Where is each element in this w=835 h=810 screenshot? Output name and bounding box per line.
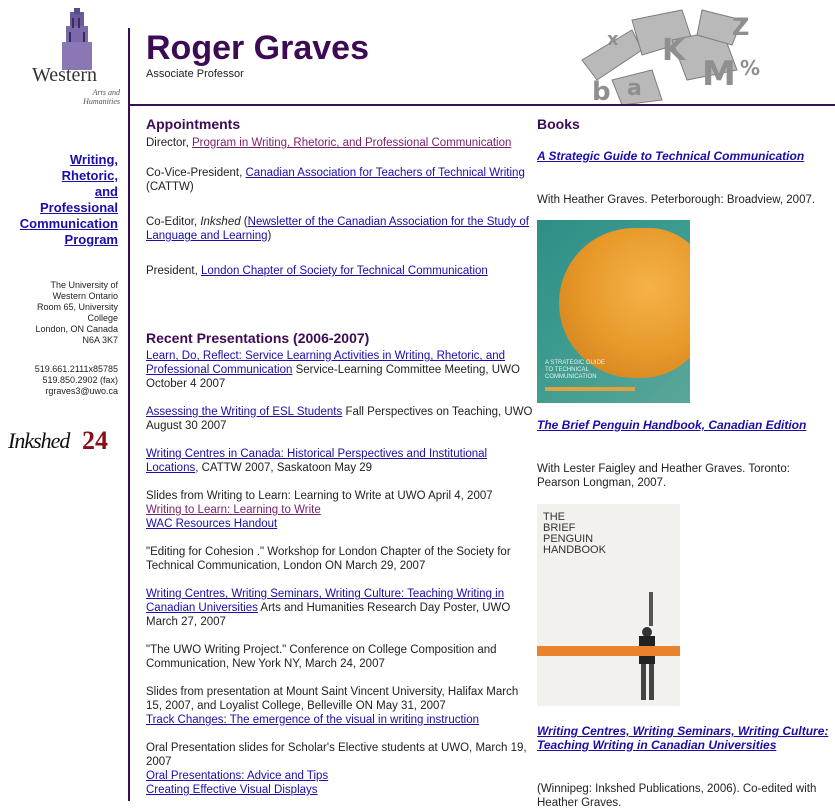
inkshed-word: Inkshed	[8, 428, 70, 453]
appointment-item: President, London Chapter of Society for…	[146, 264, 534, 278]
cover-title: THE BRIEF PENGUIN HANDBOOK	[543, 512, 606, 556]
head-illustration	[559, 228, 690, 378]
cover-line: HANDBOOK	[543, 544, 606, 556]
fax: 519.850.2902 (fax)	[42, 375, 118, 385]
presentation-item: "Editing for Cohesion ." Workshop for Lo…	[146, 545, 534, 573]
book-link[interactable]: A Strategic Guide to Technical Communica…	[537, 149, 804, 163]
presentation-link[interactable]: Creating Effective Visual Displays	[146, 784, 318, 796]
presentation-link[interactable]: WAC Resources Handout	[146, 518, 277, 530]
appointment-prefix: President,	[146, 265, 201, 277]
svg-text:a: a	[627, 76, 642, 101]
tower-icon	[62, 8, 92, 70]
appointment-item: Co-Vice-President, Canadian Association …	[146, 166, 534, 194]
letters-art-image: b a K M Z x %	[581, 9, 760, 107]
book-title: Writing Centres, Writing Seminars, Writi…	[537, 724, 833, 752]
appointment-link[interactable]: Canadian Association for Teachers of Tec…	[246, 167, 525, 179]
book-description: With Heather Graves. Peterborough: Broad…	[537, 194, 816, 206]
appointment-prefix: Director,	[146, 137, 193, 149]
logo-sub-line2: Humanities	[83, 97, 120, 106]
presentation-link[interactable]: Writing to Learn: Learning to Write	[146, 504, 321, 516]
presentation-item: "The UWO Writing Project." Conference on…	[146, 643, 534, 671]
presentation-text: , CATTW 2007, Saskatoon May 29	[195, 462, 373, 474]
cover-orange-band	[537, 646, 680, 656]
appointment-italic: Inkshed	[200, 216, 241, 228]
page-subtitle: Associate Professor	[146, 68, 244, 80]
appointment-mid: (	[240, 216, 248, 228]
program-line: Program	[64, 232, 118, 247]
book-title: The Brief Penguin Handbook, Canadian Edi…	[537, 418, 833, 432]
svg-text:Z: Z	[732, 13, 749, 41]
contact-block: 519.661.2111x85785 519.850.2902 (fax) rg…	[0, 364, 118, 397]
address-line: London, ON Canada	[35, 324, 118, 334]
presentation-item: Learn, Do, Reflect: Service Learning Act…	[146, 349, 534, 391]
presentation-item: Slides from Writing to Learn: Learning t…	[146, 489, 534, 531]
presentation-item: Writing Centres, Writing Seminars, Writi…	[146, 587, 534, 629]
appointment-suffix: )	[267, 230, 272, 242]
presentation-item: Assessing the Writing of ESL Students Fa…	[146, 405, 534, 433]
cover-text: A STRATEGIC GUIDE TO TECHNICAL COMMUNICA…	[545, 360, 605, 380]
program-line: and	[94, 184, 118, 199]
book-link[interactable]: The Brief Penguin Handbook, Canadian Edi…	[537, 418, 806, 432]
program-link[interactable]: Writing, Rhetoric, and Professional Comm…	[20, 152, 118, 247]
presentations-heading: Recent Presentations (2006-2007)	[146, 330, 370, 346]
book-description: With Lester Faigley and Heather Graves. …	[537, 463, 790, 489]
appointment-link[interactable]: Program in Writing, Rhetoric, and Profes…	[192, 137, 511, 149]
western-logo[interactable]: Western Arts and Humanities	[32, 8, 122, 106]
vertical-divider	[128, 28, 130, 801]
appointments-heading: Appointments	[146, 116, 241, 132]
logo-sub-line1: Arts and	[92, 88, 120, 97]
book-cover-penguin-handbook[interactable]: THE BRIEF PENGUIN HANDBOOK	[537, 504, 680, 706]
left-sidebar: Western Arts and Humanities Writing, Rhe…	[0, 0, 122, 801]
presentation-text: Slides from presentation at Mount Saint …	[146, 686, 519, 712]
book-description: (Winnipeg: Inkshed Publications, 2006). …	[537, 783, 817, 809]
presentation-item: Oral Presentation slides for Scholar's E…	[146, 741, 534, 797]
page-title: Roger Graves	[146, 29, 369, 67]
address-line: Room 65, University	[36, 302, 118, 312]
book-link[interactable]: Writing Centres, Writing Seminars, Writi…	[537, 724, 828, 752]
presentation-item: Slides from presentation at Mount Saint …	[146, 685, 534, 727]
program-line: Professional	[39, 200, 118, 215]
inkshed-24-logo[interactable]: Inkshed 24	[8, 426, 120, 460]
book-title: A Strategic Guide to Technical Communica…	[537, 149, 833, 163]
presentation-text: "The UWO Writing Project." Conference on…	[146, 644, 497, 670]
program-line: Rhetoric,	[61, 168, 118, 183]
address-line: College	[87, 313, 118, 323]
presentation-text: Oral Presentation slides for Scholar's E…	[146, 742, 527, 768]
address-line: Western Ontario	[52, 291, 118, 301]
svg-text:K: K	[662, 33, 687, 68]
appointment-item: Director, Program in Writing, Rhetoric, …	[146, 136, 534, 150]
header-rule	[130, 104, 835, 106]
appointment-item: Co-Editor, Inkshed (Newsletter of the Ca…	[146, 215, 534, 243]
logo-word: Western	[32, 64, 98, 86]
cover-bar	[545, 387, 635, 391]
email[interactable]: rgraves3@uwo.ca	[45, 386, 118, 396]
logo-subtitle: Arts and Humanities	[70, 88, 120, 106]
presentation-link[interactable]: Track Changes: The emergence of the visu…	[146, 714, 479, 726]
address-block: The University of Western Ontario Room 6…	[0, 280, 118, 346]
appointment-link[interactable]: London Chapter of Society for Technical …	[201, 265, 488, 277]
appointment-prefix: Co-Editor,	[146, 216, 201, 228]
svg-text:x: x	[607, 29, 619, 50]
svg-text:b: b	[592, 77, 611, 107]
appointment-prefix: Co-Vice-President,	[146, 167, 246, 179]
program-line: Communication	[19, 216, 118, 231]
svg-text:M: M	[702, 54, 736, 94]
phone: 519.661.2111x85785	[34, 364, 118, 374]
address-line: The University of	[50, 280, 118, 290]
presentation-text: "Editing for Cohesion ." Workshop for Lo…	[146, 546, 511, 572]
appointment-suffix: (CATTW)	[146, 181, 194, 193]
books-heading: Books	[537, 116, 580, 132]
svg-text:%: %	[740, 56, 760, 80]
presentation-link[interactable]: Assessing the Writing of ESL Students	[146, 406, 342, 418]
book-cover-strategic-guide[interactable]: A STRATEGIC GUIDE TO TECHNICAL COMMUNICA…	[537, 220, 690, 403]
address-line: N6A 3K7	[82, 335, 118, 345]
presentation-link[interactable]: Oral Presentations: Advice and Tips	[146, 770, 328, 782]
inkshed-number: 24	[82, 426, 108, 455]
presentation-text: Slides from Writing to Learn: Learning t…	[146, 490, 493, 502]
program-line: Writing,	[69, 152, 118, 167]
program-link-block: Writing, Rhetoric, and Professional Comm…	[0, 152, 118, 248]
presentation-item: Writing Centres in Canada: Historical Pe…	[146, 447, 534, 475]
